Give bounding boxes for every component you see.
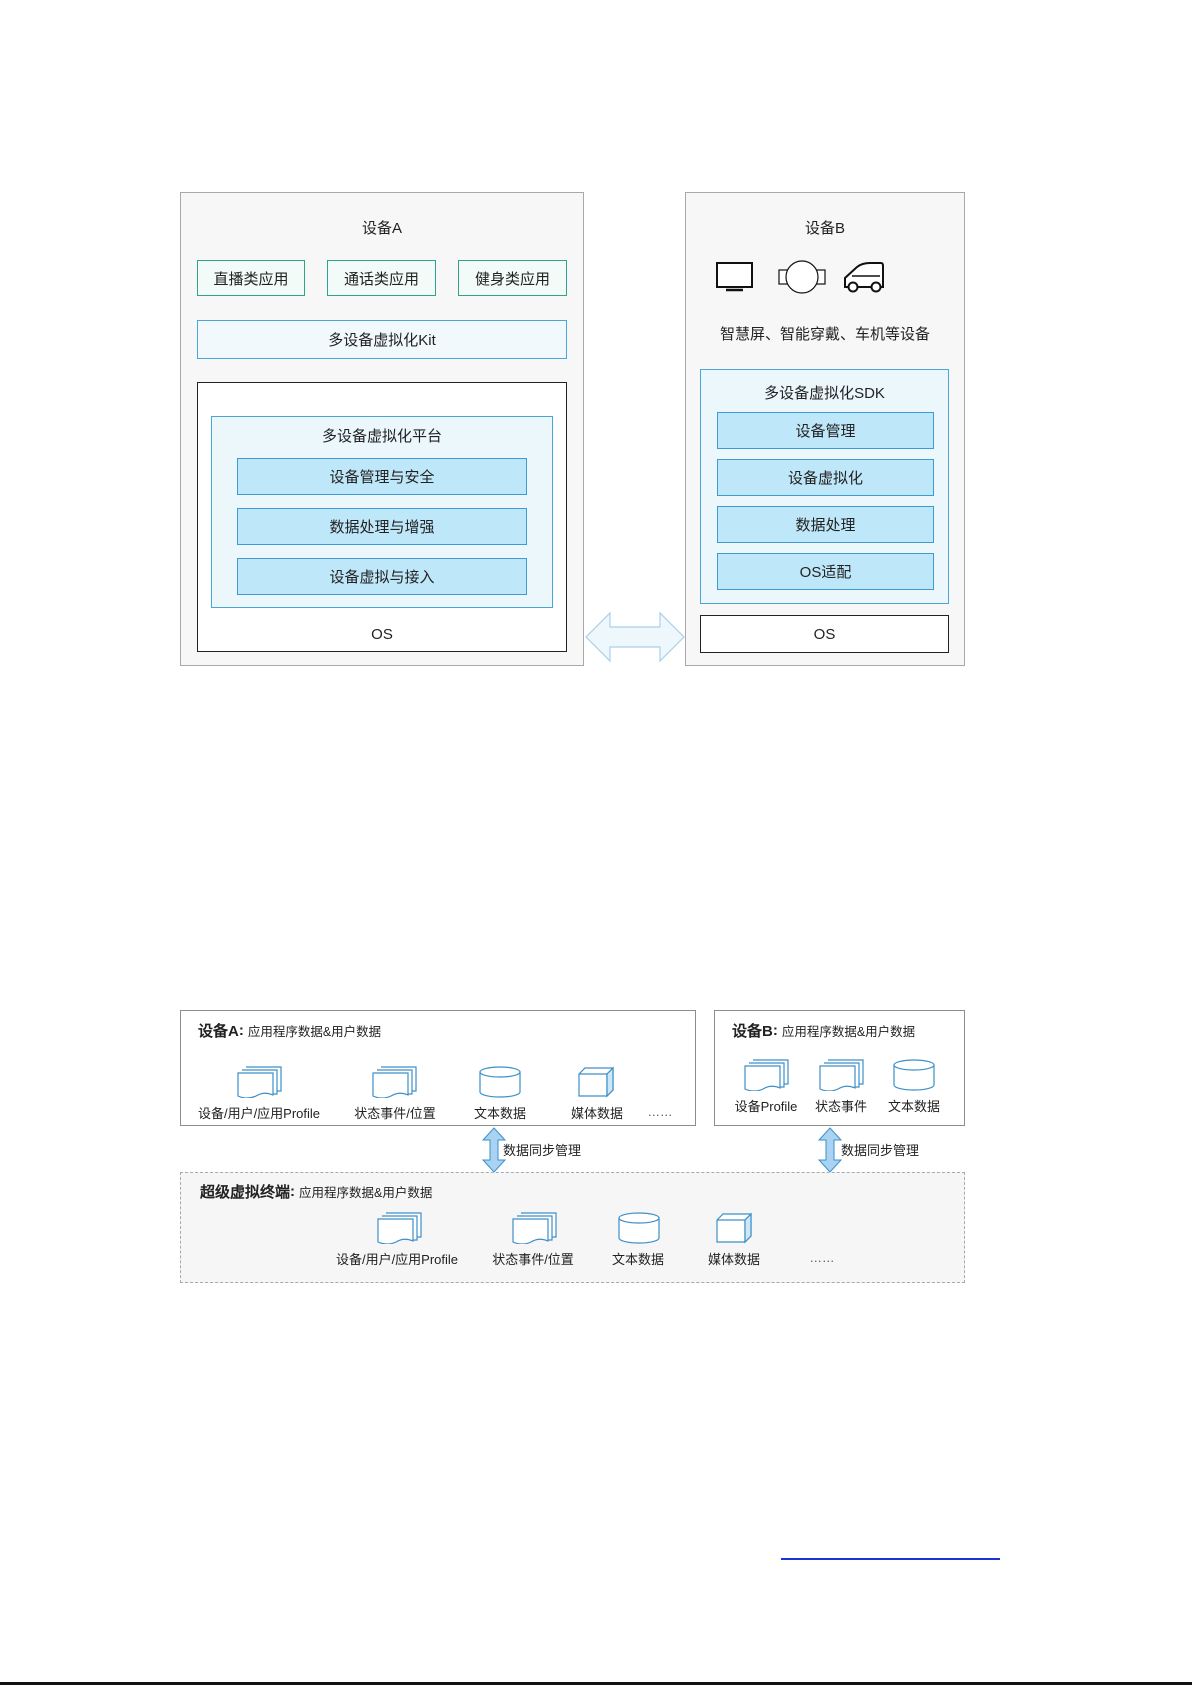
colon: : [290,1182,296,1200]
module-device-virtualization: 设备虚拟化 [717,459,934,496]
document-stack-icon [511,1212,557,1244]
device-a-os: OS [371,625,393,643]
item-label: 设备/用户/应用Profile [197,1105,321,1121]
module-data-processing-enhancement: 数据处理与增强 [237,508,527,545]
colon: : [238,1021,244,1039]
item-label: 设备/用户/应用Profile [335,1251,459,1267]
super-terminal-title: 超级虚拟终端 [200,1183,291,1201]
virtualization-kit: 多设备虚拟化Kit [197,320,567,359]
database-cylinder-icon [617,1212,661,1244]
database-cylinder-icon [892,1059,936,1091]
device-a-title: 设备A [361,219,402,237]
colon: : [772,1021,778,1039]
bidirectional-arrow-icon [585,611,685,663]
module-data-processing: 数据处理 [717,506,934,543]
database-cylinder-icon [478,1066,522,1098]
app-fitness: 健身类应用 [458,260,567,296]
item-label: 媒体数据 [707,1251,760,1267]
device-a-data-heading: 设备A : 应用程序数据&用户数据 [198,1019,381,1041]
device-b-data-subtitle: 应用程序数据&用户数据 [781,1024,916,1039]
item-label: 设备Profile [734,1098,798,1114]
item-label: 状态事件 [814,1098,867,1114]
document-stack-icon [371,1066,417,1098]
wearable-icon [778,260,826,294]
sync-label: 数据同步管理 [503,1143,582,1158]
app-calling: 通话类应用 [327,260,436,296]
car-icon [844,262,884,293]
cube-icon [715,1212,753,1244]
document-stack-icon [743,1059,789,1091]
document-stack-icon [236,1066,282,1098]
device-b-os: OS [700,615,949,653]
ellipsis: …… [647,1105,673,1119]
document-stack-icon [818,1059,864,1091]
sync-label: 数据同步管理 [841,1143,920,1158]
item-label: 状态事件/位置 [354,1105,436,1121]
module-os-adaptation: OS适配 [717,553,934,590]
device-b-data-title: 设备B [732,1022,773,1040]
tv-icon [716,262,753,292]
item-label: 文本数据 [473,1105,526,1121]
item-label: 状态事件/位置 [492,1251,574,1267]
super-terminal-subtitle: 应用程序数据&用户数据 [299,1185,433,1200]
document-stack-icon [376,1212,422,1244]
device-a-data-title: 设备A [198,1022,239,1040]
sync-arrow-icon [818,1127,842,1173]
platform-title: 多设备虚拟化平台 [321,427,442,445]
device-a-data-subtitle: 应用程序数据&用户数据 [247,1024,382,1039]
item-label: 文本数据 [887,1098,940,1114]
module-device-management: 设备管理 [717,412,934,449]
item-label: 文本数据 [611,1251,664,1267]
device-b-caption: 智慧屏、智能穿戴、车机等设备 [719,325,930,343]
cube-icon [577,1066,615,1098]
ellipsis: …… [809,1251,835,1265]
module-device-mgmt-security: 设备管理与安全 [237,458,527,495]
app-live-streaming: 直播类应用 [197,260,305,296]
item-label: 媒体数据 [570,1105,623,1121]
device-b-data-heading: 设备B : 应用程序数据&用户数据 [732,1019,915,1041]
sdk-title: 多设备虚拟化SDK [764,384,885,402]
link-underline[interactable] [781,1558,1000,1560]
super-terminal-heading: 超级虚拟终端 : 应用程序数据&用户数据 [200,1180,432,1202]
device-b-title: 设备B [804,219,845,237]
module-device-virtual-access: 设备虚拟与接入 [237,558,527,595]
